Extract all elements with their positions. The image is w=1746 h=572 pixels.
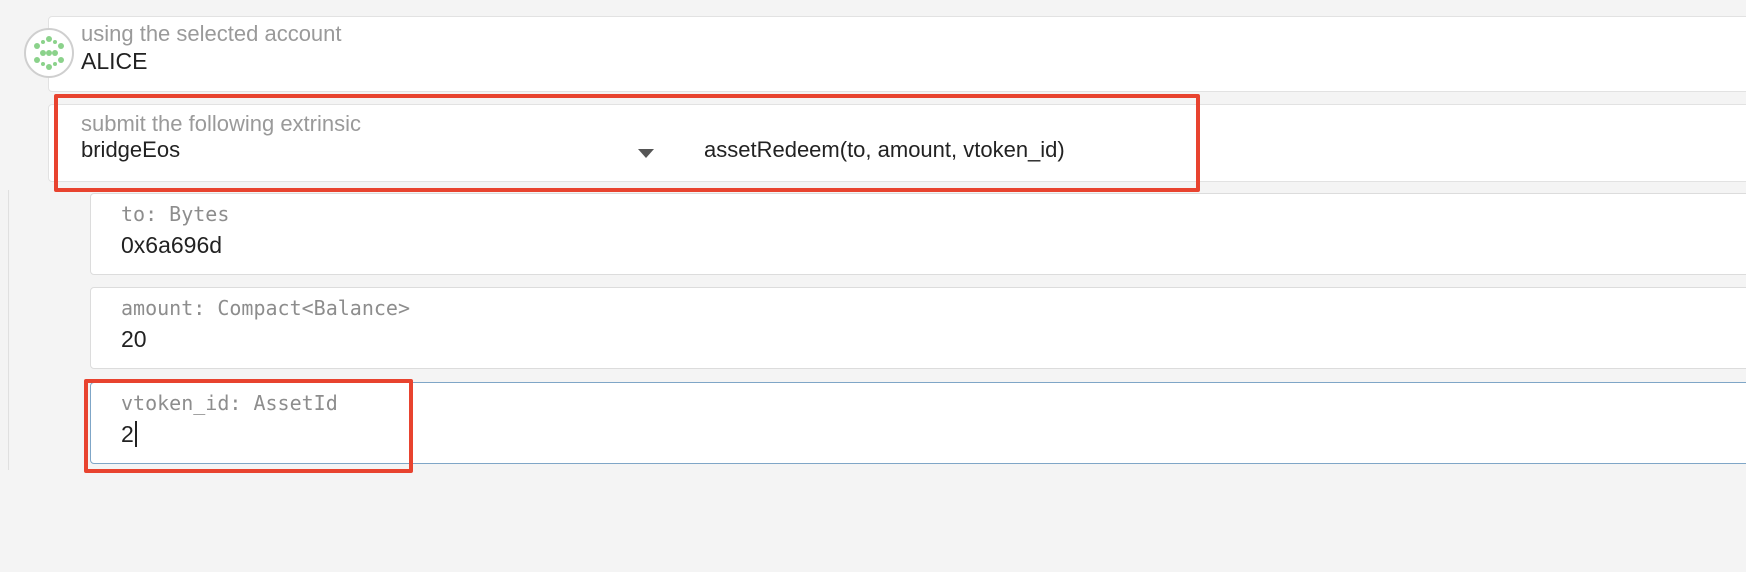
param-to-label: to: Bytes xyxy=(121,202,230,226)
method-dropdown[interactable]: assetRedeem(to, amount, vtoken_id) xyxy=(704,137,1065,163)
account-name[interactable]: ALICE xyxy=(81,48,147,75)
param-vtoken-id-input[interactable]: 2 xyxy=(121,421,134,447)
account-avatar-icon xyxy=(24,28,74,78)
param-amount[interactable]: amount: Compact<Balance> 20 xyxy=(90,287,1746,369)
extrinsic-label: submit the following extrinsic xyxy=(81,111,362,136)
chevron-down-icon[interactable] xyxy=(638,149,654,158)
param-vtoken-id-field[interactable]: 2 xyxy=(121,421,137,448)
param-amount-label: amount: Compact<Balance> xyxy=(121,296,410,320)
param-to-input[interactable]: 0x6a696d xyxy=(121,232,222,259)
param-amount-input[interactable]: 20 xyxy=(121,326,147,353)
extrinsic-selector: submit the following extrinsic bridgeEos… xyxy=(48,104,1746,182)
param-vtoken-id-label: vtoken_id: AssetId xyxy=(121,391,338,415)
param-to[interactable]: to: Bytes 0x6a696d xyxy=(90,193,1746,275)
params-divider xyxy=(8,190,9,470)
text-cursor xyxy=(134,421,137,447)
account-label: using the selected account xyxy=(81,21,342,46)
param-vtoken-id[interactable]: vtoken_id: AssetId 2 xyxy=(90,382,1746,464)
account-selector[interactable]: using the selected account ALICE xyxy=(48,16,1746,92)
module-dropdown[interactable]: bridgeEos xyxy=(81,137,180,163)
